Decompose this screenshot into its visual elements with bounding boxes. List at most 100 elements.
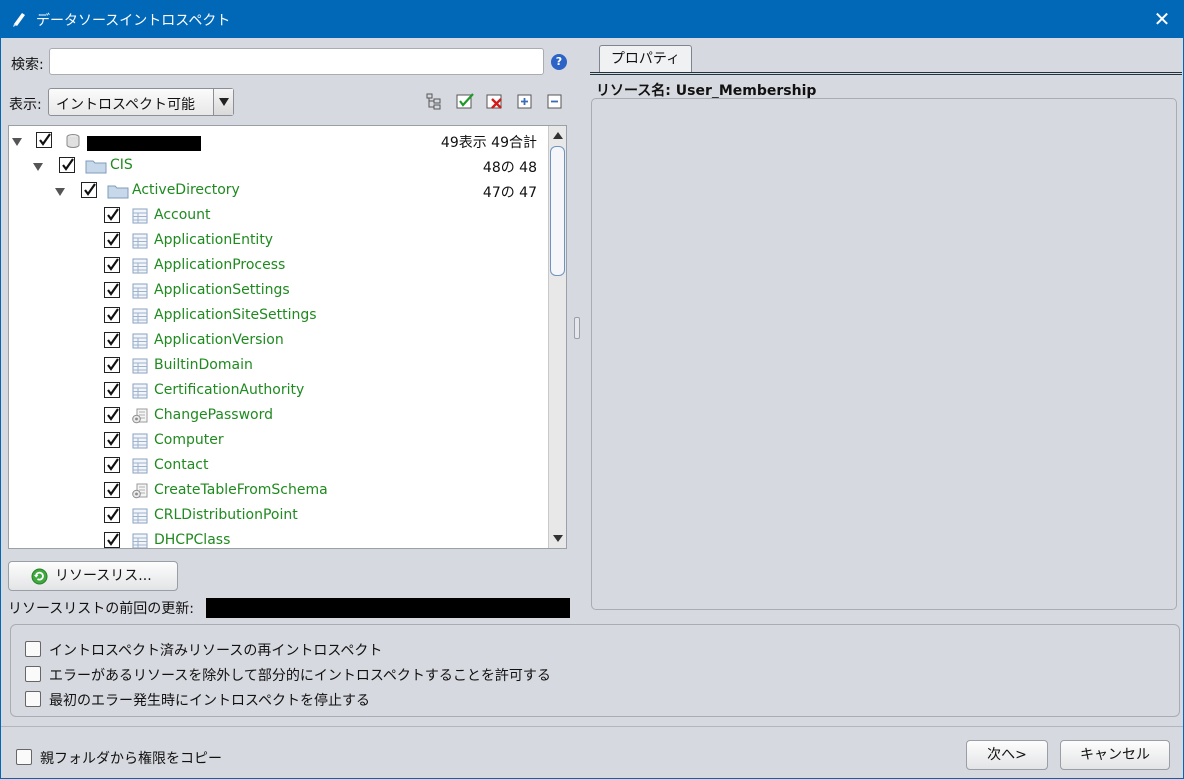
last-update-label: リソースリストの前回の更新:: [8, 601, 195, 617]
tree-row-item[interactable]: CreateTableFromSchema: [9, 479, 549, 504]
expand-icon[interactable]: [12, 138, 22, 146]
scroll-thumb[interactable]: [550, 146, 565, 276]
tree-row-item[interactable]: Account: [9, 204, 549, 229]
table-icon: [132, 208, 148, 224]
table-icon: [132, 333, 148, 349]
expand-icon[interactable]: [33, 163, 43, 171]
tree-row-root[interactable]: 49表示 49合計: [9, 129, 549, 154]
item-label: ApplicationProcess: [154, 257, 286, 273]
dialog-body: 検索: ? 表示: イントロスペクト可能 49表示 49合計 CIS 48の 4…: [0, 38, 1184, 779]
resource-list-button[interactable]: リソースリス...: [8, 561, 178, 591]
tree-row-item[interactable]: ChangePassword: [9, 404, 549, 429]
item-label: BuiltinDomain: [154, 357, 253, 373]
expand-icon[interactable]: [55, 188, 65, 196]
help-icon[interactable]: ?: [551, 54, 567, 70]
item-label: Account: [154, 207, 211, 223]
search-input[interactable]: [49, 48, 544, 75]
root-checkbox[interactable]: [36, 132, 52, 148]
folder-label: CIS: [110, 157, 133, 173]
tree-row-item[interactable]: ApplicationSettings: [9, 279, 549, 304]
folder-label: ActiveDirectory: [132, 182, 240, 198]
database-icon: [66, 134, 80, 148]
item-checkbox[interactable]: [104, 432, 120, 448]
uncheck-all-icon[interactable]: [486, 92, 504, 110]
next-button[interactable]: 次へ>: [966, 740, 1048, 770]
option-label: イントロスペクト済みリソースの再イントロスペクト: [49, 643, 383, 659]
window-title: データソースイントロスペクト: [36, 13, 231, 29]
item-label: CRLDistributionPoint: [154, 507, 298, 523]
table-icon: [132, 458, 148, 474]
tree-row-item[interactable]: CRLDistributionPoint: [9, 504, 549, 529]
tree-row-folder-cis[interactable]: CIS 48の 48: [9, 154, 549, 179]
collapse-all-icon[interactable]: [546, 92, 564, 110]
check-all-icon[interactable]: [456, 92, 474, 110]
introspection-options: イントロスペクト済みリソースの再イントロスペクト エラーがあるリソースを除外して…: [10, 624, 1180, 717]
item-label: DHCPClass: [154, 532, 231, 548]
item-checkbox[interactable]: [104, 307, 120, 323]
expand-all-icon[interactable]: [516, 92, 534, 110]
properties-panel: [591, 98, 1177, 610]
item-label: Computer: [154, 432, 224, 448]
option-checkbox[interactable]: [25, 691, 41, 707]
option-checkbox[interactable]: [25, 641, 41, 657]
item-checkbox[interactable]: [104, 507, 120, 523]
item-label: ApplicationSiteSettings: [154, 307, 317, 323]
tree-row-item[interactable]: Computer: [9, 429, 549, 454]
procedure-icon: [132, 483, 148, 499]
splitter-grip[interactable]: [574, 317, 580, 339]
item-checkbox[interactable]: [104, 407, 120, 423]
item-checkbox[interactable]: [104, 482, 120, 498]
item-label: CreateTableFromSchema: [154, 482, 328, 498]
item-checkbox[interactable]: [104, 382, 120, 398]
item-checkbox[interactable]: [104, 282, 120, 298]
copy-permissions-checkbox[interactable]: [16, 749, 32, 765]
scroll-down-icon[interactable]: [549, 530, 566, 548]
item-checkbox[interactable]: [104, 532, 120, 548]
root-count: 49表示 49合計: [440, 135, 537, 151]
title-bar: データソースイントロスペクト ✕: [0, 0, 1184, 38]
option-label: 最初のエラー発生時にイントロスペクトを停止する: [49, 693, 371, 709]
item-label: CertificationAuthority: [154, 382, 305, 398]
item-label: ChangePassword: [154, 407, 273, 423]
table-icon: [132, 383, 148, 399]
item-checkbox[interactable]: [104, 457, 120, 473]
resource-tree[interactable]: 49表示 49合計 CIS 48の 48 ActiveDirectory 47の: [8, 125, 567, 549]
tree-row-item[interactable]: Contact: [9, 454, 549, 479]
tree-icon[interactable]: [425, 92, 443, 110]
folder-checkbox[interactable]: [81, 182, 97, 198]
item-checkbox[interactable]: [104, 232, 120, 248]
item-checkbox[interactable]: [104, 257, 120, 273]
resource-name: リソース名: User_Membership: [596, 83, 817, 99]
tree-row-item[interactable]: ApplicationProcess: [9, 254, 549, 279]
tree-row-item[interactable]: ApplicationSiteSettings: [9, 304, 549, 329]
root-name-redacted: [87, 136, 201, 151]
tree-row-item[interactable]: ApplicationVersion: [9, 329, 549, 354]
tree-row-item[interactable]: BuiltinDomain: [9, 354, 549, 379]
bottom-separator: [1, 726, 1183, 727]
procedure-icon: [132, 408, 148, 424]
tab-properties[interactable]: プロパティ: [599, 45, 692, 73]
close-button[interactable]: ✕: [1142, 4, 1182, 34]
table-icon: [132, 358, 148, 374]
item-label: Contact: [154, 457, 209, 473]
folder-checkbox[interactable]: [59, 157, 75, 173]
table-icon: [132, 308, 148, 324]
folder-icon: [107, 185, 129, 199]
tree-row-item[interactable]: ApplicationEntity: [9, 229, 549, 254]
item-checkbox[interactable]: [104, 357, 120, 373]
copy-permissions-label: 親フォルダから権限をコピー: [40, 751, 222, 767]
option-checkbox[interactable]: [25, 666, 41, 682]
tree-scrollbar[interactable]: [548, 126, 566, 548]
resource-list-label: リソースリス...: [55, 568, 152, 584]
chevron-down-icon[interactable]: [213, 89, 233, 115]
tree-row-folder-activedirectory[interactable]: ActiveDirectory 47の 47: [9, 179, 549, 204]
item-checkbox[interactable]: [104, 332, 120, 348]
cancel-button[interactable]: キャンセル: [1060, 740, 1170, 770]
scroll-up-icon[interactable]: [549, 126, 566, 144]
item-checkbox[interactable]: [104, 207, 120, 223]
tree-row-item[interactable]: CertificationAuthority: [9, 379, 549, 404]
tree-row-item[interactable]: DHCPClass: [9, 529, 549, 548]
folder-count: 48の 48: [482, 160, 537, 176]
panel-splitter[interactable]: [571, 38, 583, 621]
view-select[interactable]: イントロスペクト可能: [48, 88, 234, 116]
